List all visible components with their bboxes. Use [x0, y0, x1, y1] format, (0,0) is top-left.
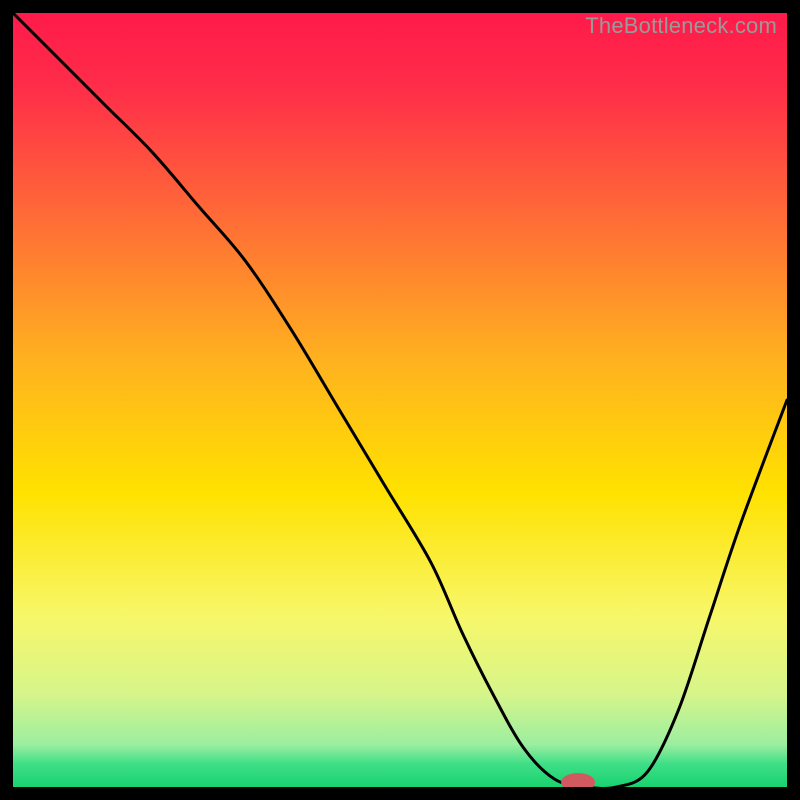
- watermark-text: TheBottleneck.com: [585, 13, 777, 39]
- chart-frame: TheBottleneck.com: [13, 13, 787, 787]
- bottleneck-plot: [13, 13, 787, 787]
